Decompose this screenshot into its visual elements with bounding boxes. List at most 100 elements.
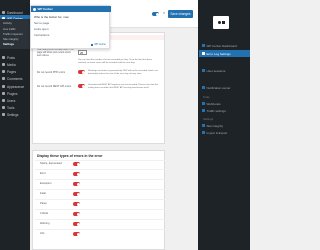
settings-icon — [2, 113, 5, 116]
bell-icon — [202, 86, 205, 89]
toggle-knob — [76, 222, 80, 226]
menu-item-comments[interactable]: Comments — [0, 75, 30, 82]
toggle-error-type[interactable] — [73, 222, 80, 226]
close-icon[interactable]: × — [163, 11, 165, 15]
submenu-item-live-traffic[interactable]: Live traffic — [3, 27, 16, 31]
logo-icon — [213, 16, 229, 29]
save-button[interactable]: Save changes — [168, 10, 193, 18]
menu-item-label: Media — [7, 62, 16, 67]
sidebar-item-label: Error Log Settings — [206, 51, 231, 56]
menu-item-label: Tools — [7, 105, 15, 110]
menu-item-settings[interactable]: Settings — [0, 111, 30, 118]
row-description: You can limit the number of errors recor… — [78, 59, 152, 64]
sidebar-item-site-integrity[interactable]: Site integrity — [199, 122, 250, 129]
popup-title: WP Cerber — [37, 7, 53, 11]
header-toggle[interactable] — [152, 12, 159, 16]
shield-icon — [202, 124, 205, 127]
toggle-knob — [76, 182, 80, 186]
toggle-knob — [155, 12, 159, 16]
menu-item-media[interactable]: Media — [0, 61, 30, 68]
menu-item-posts[interactable]: Posts — [0, 54, 30, 61]
toggle-error-type[interactable] — [73, 202, 80, 206]
menu-item-label: Dashboard — [7, 10, 23, 15]
toggle-knob — [81, 70, 85, 74]
popup-heading: Who is the button for, now — [34, 15, 69, 19]
divider — [35, 229, 165, 230]
brand-icon — [91, 43, 94, 46]
menu-item-label: Plugins — [7, 91, 18, 96]
dashboard-icon — [202, 44, 205, 47]
menu-item-label: Appearance — [7, 84, 25, 89]
menu-item-plugins[interactable]: Plugins — [0, 90, 30, 97]
toggle-rest-api-errors[interactable] — [78, 84, 85, 88]
sidebar-item-error-log[interactable]: Error Log Settings — [199, 50, 250, 57]
error-type-label: Warning — [40, 222, 50, 225]
import-icon — [202, 131, 205, 134]
submenu-item-site-integrity[interactable]: Site integrity — [3, 37, 18, 41]
row-label: Do not record PHP errors — [37, 71, 66, 74]
menu-item-tools[interactable]: Tools — [0, 104, 30, 111]
toggle-error-type[interactable] — [73, 172, 80, 176]
sidebar-item-label: Traffic settings — [206, 108, 226, 113]
error-type-label: Exception — [40, 182, 52, 185]
popup-brand: WP Cerber — [91, 43, 106, 46]
user-icon — [202, 69, 205, 72]
popup-option[interactable]: Set to page — [34, 21, 49, 25]
divider — [35, 209, 165, 210]
pin-icon — [2, 56, 5, 59]
main-content: Error log exceptions How many errors to … — [30, 28, 198, 250]
menu-item-label: Posts — [7, 55, 15, 60]
toggle-knob — [76, 232, 80, 236]
sidebar-item-label: Import & Export — [206, 130, 228, 135]
toggle-knob — [76, 172, 80, 176]
sidebar-item-webhooks[interactable]: Webhooks — [199, 100, 250, 107]
dashboard-icon — [2, 11, 5, 14]
toggle-error-type[interactable] — [73, 192, 80, 196]
toggle-error-type[interactable] — [73, 212, 80, 216]
menu-item-pages[interactable]: Pages — [0, 68, 30, 75]
user-icon — [2, 99, 5, 102]
sidebar-item-label: Site integrity — [206, 123, 224, 128]
panel-title: Display these types of errors in the err… — [37, 154, 103, 158]
sidebar-item-traffic-settings[interactable]: Traffic settings — [199, 107, 250, 114]
logo-icon — [33, 7, 36, 11]
popup-header: WP Cerber — [31, 6, 111, 12]
menu-item-label: Users — [7, 98, 16, 103]
error-type-label: Fatal — [40, 192, 46, 195]
toggle-error-type[interactable] — [73, 232, 80, 236]
sidebar-item-user-sessions[interactable]: User sessions — [199, 67, 250, 74]
popup-option[interactable]: Links open — [34, 27, 49, 31]
sidebar-item-notification-center[interactable]: Notification center — [199, 84, 250, 91]
divider — [35, 169, 165, 170]
logo-dot — [217, 21, 221, 24]
menu-item-appearance[interactable]: Appearance — [0, 83, 30, 90]
submenu-item-settings[interactable]: Settings — [3, 42, 14, 46]
popup-option[interactable]: Instructions — [34, 33, 49, 37]
plugin-icon — [2, 92, 5, 95]
error-types-panel: Display these types of errors in the err… — [32, 150, 165, 250]
admin-menu: Dashboard WP Cerber Activity Live traffi… — [0, 0, 30, 250]
sidebar-item-dashboard[interactable]: WP Cerber Dashboard — [199, 42, 250, 49]
brand-label: WP Cerber — [94, 43, 106, 46]
errors-count-input[interactable]: 25 — [78, 50, 87, 55]
menu-item-users[interactable]: Users — [0, 97, 30, 104]
divider — [35, 189, 165, 190]
submenu-item-traffic-inspector[interactable]: Traffic Inspector — [3, 32, 23, 36]
toggle-knob — [81, 84, 85, 88]
toggle-error-type[interactable] — [73, 162, 80, 166]
menu-item-label: Comments — [7, 76, 23, 81]
divider — [35, 219, 165, 220]
menu-item-label: Pages — [7, 69, 17, 74]
sidebar-item-label: Webhooks — [206, 101, 221, 106]
link-icon — [202, 102, 205, 105]
sidebar-item-import-export[interactable]: Import & Export — [199, 129, 250, 136]
error-type-label: Critical — [40, 212, 48, 215]
row-description: Unauthorized REST API requests are not r… — [88, 84, 159, 89]
submenu-item-activity[interactable]: Activity — [3, 21, 12, 25]
toggle-knob — [76, 202, 80, 206]
toggle-error-type[interactable] — [73, 182, 80, 186]
toggle-php-errors[interactable] — [78, 70, 85, 74]
error-type-label: Notice, deprecated — [40, 162, 62, 165]
comment-icon — [2, 77, 5, 80]
traffic-icon — [202, 109, 205, 112]
